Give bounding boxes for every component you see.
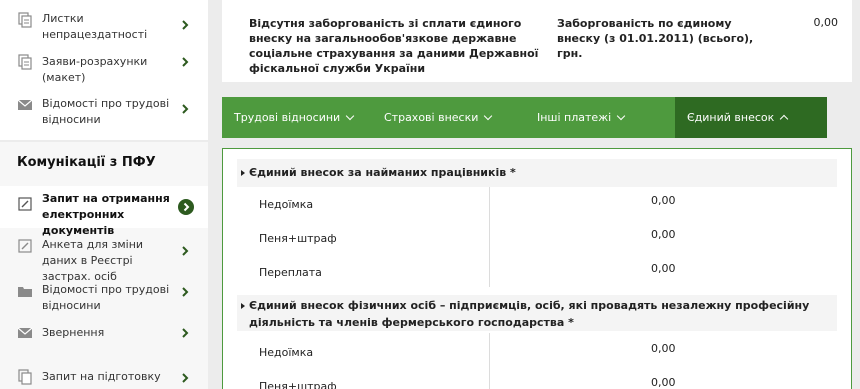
debt-info-card: Відсутня заборгованість зі сплати єдиног… (222, 0, 852, 82)
tab-insurance-contributions[interactable]: Страхові внески (372, 97, 525, 138)
no-debt-message: Відсутня заборгованість зі сплати єдиног… (249, 17, 539, 75)
section-title: Єдиний внесок фізичних осіб – підприємці… (249, 299, 810, 329)
tab-label: Страхові внески (384, 111, 479, 124)
row-value: 0,00 (651, 228, 676, 241)
document-stack-icon (18, 54, 32, 70)
section-header-employees[interactable]: Єдиний внесок за найманих працівників * (237, 159, 837, 187)
debt-label: Заборгованість по єдиному внеску (з 01.0… (557, 17, 754, 60)
tab-label: Трудові відносини (234, 111, 341, 124)
row-value: 0,00 (651, 376, 676, 389)
tab-panel: Єдиний внесок за найманих працівників * … (222, 148, 852, 389)
sidebar-item-label: Звернення (42, 326, 105, 339)
chevron-right-icon (182, 20, 189, 30)
tab-labour-relations[interactable]: Трудові відносини (222, 97, 372, 138)
sidebar-item-label: Листки непрацездатності (42, 12, 148, 41)
document-stack-icon (18, 12, 32, 28)
chevron-right-icon (182, 104, 189, 114)
chevron-down-icon (484, 111, 493, 120)
sidebar-section-title: Комунікації з ПФУ (17, 155, 156, 170)
chevron-down-icon (616, 111, 626, 120)
document-edit-icon (18, 197, 32, 211)
chevron-right-icon (182, 57, 189, 67)
sidebar-item-e-documents-request[interactable]: Запит на отримання електронних документі… (0, 186, 208, 237)
sidebar-item-sick-leave[interactable]: Листки непрацездатності (0, 8, 208, 44)
table-row: Переплата 0,00 (237, 255, 837, 289)
row-label: Пеня+штраф (259, 232, 337, 245)
row-label: Недоїмка (259, 198, 314, 211)
sidebar-item-label: Анкета для зміни даних в Реєстрі застрах… (42, 238, 144, 283)
sidebar-item-appeals[interactable]: Звернення (0, 323, 208, 343)
sidebar-item-labour-relations-2[interactable]: Відомості про трудові відносини (0, 280, 208, 316)
table-row: Пеня+штраф 0,00 (237, 369, 837, 389)
row-value: 0,00 (651, 194, 676, 207)
tab-label: Інші платежі (537, 111, 612, 124)
sidebar-item-labour-relations[interactable]: Відомості про трудові відносини (0, 94, 208, 128)
section-title: Єдиний внесок за найманих працівників * (249, 166, 516, 179)
tab-single-contribution[interactable]: Єдиний внесок (675, 97, 827, 138)
row-value: 0,00 (651, 342, 676, 355)
sidebar-item-registry-form[interactable]: Анкета для зміни даних в Реєстрі застрах… (0, 234, 208, 283)
sidebar-item-label: Відомості про трудові відносини (42, 283, 170, 312)
document-stack-icon (18, 369, 32, 385)
document-edit-icon (18, 239, 32, 253)
folder-icon (18, 287, 32, 297)
sidebar-item-payment-claims[interactable]: Заяви-розрахунки (макет) (0, 52, 208, 84)
row-label: Пеня+штраф (259, 380, 337, 389)
table-row: Пеня+штраф 0,00 (237, 221, 837, 255)
sidebar-item-label: Запит на отримання електронних документі… (42, 192, 170, 237)
sidebar-item-preparation-request[interactable]: Запит на підготовку (0, 366, 208, 388)
table-row: Недоїмка 0,00 (237, 187, 837, 221)
chevron-right-icon (182, 328, 189, 338)
row-label: Переплата (259, 266, 322, 279)
sidebar-communications-card: Комунікації з ПФУ Запит на отримання еле… (0, 142, 208, 389)
row-label: Недоїмка (259, 346, 314, 359)
sidebar-card-labour: Відомості про трудові відносини (0, 88, 208, 132)
triangle-right-icon (241, 303, 245, 309)
chevron-up-icon (780, 114, 789, 124)
section-header-entrepreneurs[interactable]: Єдиний внесок фізичних осіб – підприємці… (237, 295, 837, 331)
tab-bar: Трудові відносини Страхові внески Інші п… (222, 97, 827, 138)
sidebar-item-label: Заяви-розрахунки (макет) (42, 55, 148, 84)
envelope-icon (17, 327, 33, 338)
chevron-right-icon (182, 287, 189, 297)
sidebar-item-label: Відомості про трудові відносини (42, 97, 170, 126)
envelope-icon (17, 99, 33, 110)
triangle-right-icon (241, 170, 245, 176)
tab-label: Єдиний внесок (687, 111, 775, 124)
chevron-right-circle-icon (178, 199, 194, 215)
chevron-down-icon (345, 111, 355, 120)
row-value: 0,00 (651, 262, 676, 275)
chevron-right-icon (182, 373, 189, 383)
sidebar-item-label: Запит на підготовку (42, 370, 161, 383)
table-row: Недоїмка 0,00 (237, 335, 837, 369)
sidebar: Листки непрацездатності Заяви-розрахунки… (0, 0, 208, 389)
tab-other-payments[interactable]: Інші платежі (525, 97, 675, 138)
chevron-right-icon (182, 246, 189, 256)
debt-value: 0,00 (813, 16, 839, 29)
